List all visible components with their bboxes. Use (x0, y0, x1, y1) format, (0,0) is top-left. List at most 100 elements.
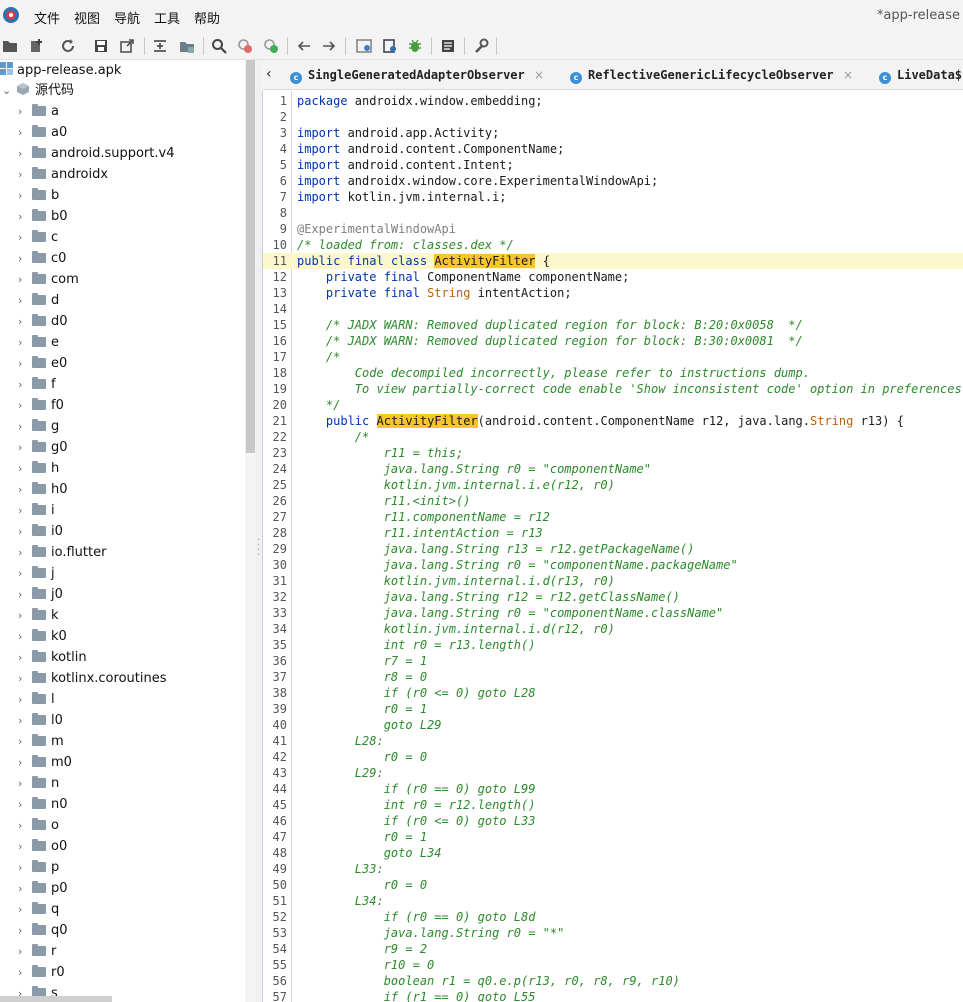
tree-package-k0[interactable]: › k0 (18, 626, 67, 647)
chevron-right-icon[interactable]: › (18, 542, 32, 563)
tree-package-android-support-v4[interactable]: › android.support.v4 (18, 143, 174, 164)
tree-package-m[interactable]: › m (18, 731, 64, 752)
chevron-right-icon[interactable]: › (18, 248, 32, 269)
tree-package-androidx[interactable]: › androidx (18, 164, 108, 185)
toggle-tree-icon[interactable] (178, 37, 195, 54)
menu-file[interactable]: 文件 (34, 8, 60, 27)
tree-package-p0[interactable]: › p0 (18, 878, 68, 899)
tab-single-generated-adapter-observer[interactable]: c SingleGeneratedAdapterObserver (290, 60, 525, 89)
tree-package-a0[interactable]: › a0 (18, 122, 67, 143)
add-files-icon[interactable] (27, 37, 44, 54)
tree-package-l0[interactable]: › l0 (18, 710, 63, 731)
chevron-right-icon[interactable]: › (18, 437, 32, 458)
chevron-right-icon[interactable]: › (18, 710, 32, 731)
code-editor[interactable]: 1 package androidx.window.embedding; 2 3 imp… (262, 91, 963, 1002)
chevron-right-icon[interactable]: › (18, 122, 32, 143)
chevron-right-icon[interactable]: › (18, 395, 32, 416)
chevron-right-icon[interactable]: › (18, 731, 32, 752)
tree-package-m0[interactable]: › m0 (18, 752, 72, 773)
chevron-right-icon[interactable]: › (18, 836, 32, 857)
tab-scroll-left-icon[interactable]: ‹ (266, 66, 272, 82)
export-icon[interactable] (118, 37, 135, 54)
chevron-right-icon[interactable]: › (18, 689, 32, 710)
tree-package-q[interactable]: › q (18, 899, 59, 920)
tree-package-p[interactable]: › p (18, 857, 59, 878)
tree-root-apk[interactable]: app-release.apk (0, 60, 121, 81)
sync-icon[interactable] (151, 37, 168, 54)
tree-package-c[interactable]: › c (18, 227, 58, 248)
chevron-right-icon[interactable]: › (18, 227, 32, 248)
debugger-icon[interactable] (406, 37, 423, 54)
chevron-right-icon[interactable]: › (18, 374, 32, 395)
chevron-right-icon[interactable]: › (18, 815, 32, 836)
tree-package-d[interactable]: › d (18, 290, 59, 311)
tree-package-i[interactable]: › i (18, 500, 55, 521)
find-usage-icon[interactable] (262, 37, 279, 54)
tree-package-j0[interactable]: › j0 (18, 584, 63, 605)
tree-package-n[interactable]: › n (18, 773, 59, 794)
chevron-right-icon[interactable]: › (18, 899, 32, 920)
splitter-grip-icon[interactable]: · · · · (257, 536, 261, 561)
chevron-right-icon[interactable]: › (18, 878, 32, 899)
save-icon[interactable] (92, 37, 109, 54)
chevron-right-icon[interactable]: › (18, 500, 32, 521)
chevron-right-icon[interactable]: › (18, 143, 32, 164)
tree-package-com[interactable]: › com (18, 269, 79, 290)
tree-scrollbar[interactable] (245, 60, 256, 1002)
tab-reflective-generic-lifecycle-observer[interactable]: c ReflectiveGenericLifecycleObserver (570, 60, 834, 89)
chevron-right-icon[interactable]: › (18, 752, 32, 773)
tree-package-f[interactable]: › f (18, 374, 56, 395)
tree-package-b[interactable]: › b (18, 185, 59, 206)
tree-package-g[interactable]: › g (18, 416, 59, 437)
tree-package-e[interactable]: › e (18, 332, 59, 353)
tree-package-a[interactable]: › a (18, 101, 59, 122)
chevron-right-icon[interactable]: › (18, 584, 32, 605)
tree-package-b0[interactable]: › b0 (18, 206, 68, 227)
chevron-right-icon[interactable]: › (18, 941, 32, 962)
tab-close-icon[interactable]: × (843, 60, 853, 89)
menu-help[interactable]: 帮助 (194, 8, 220, 27)
tree-package-e0[interactable]: › e0 (18, 353, 67, 374)
refresh-icon[interactable] (59, 37, 76, 54)
chevron-right-icon[interactable]: › (18, 185, 32, 206)
deobfuscation-icon[interactable] (381, 37, 398, 54)
preferences-icon[interactable] (472, 37, 489, 54)
tree-package-i0[interactable]: › i0 (18, 521, 63, 542)
chevron-right-icon[interactable]: › (18, 164, 32, 185)
tree-package-kotlinx-coroutines[interactable]: › kotlinx.coroutines (18, 668, 166, 689)
tab-live-data[interactable]: c LiveData$L (879, 60, 963, 89)
chevron-right-icon[interactable]: › (18, 269, 32, 290)
tree-package-g0[interactable]: › g0 (18, 437, 68, 458)
tree-package-k[interactable]: › k (18, 605, 59, 626)
tree-package-q0[interactable]: › q0 (18, 920, 68, 941)
tree-package-l[interactable]: › l (18, 689, 55, 710)
tree-source-node[interactable]: ⌄ 源代码 (0, 80, 74, 101)
tree-package-j[interactable]: › j (18, 563, 55, 584)
menu-navigation[interactable]: 导航 (114, 8, 140, 27)
chevron-right-icon[interactable]: › (18, 626, 32, 647)
tree-horizontal-scrollbar-thumb[interactable] (0, 996, 112, 1002)
forward-icon[interactable] (320, 37, 337, 54)
chevron-right-icon[interactable]: › (18, 101, 32, 122)
tree-package-h[interactable]: › h (18, 458, 59, 479)
chevron-right-icon[interactable]: › (18, 794, 32, 815)
chevron-right-icon[interactable]: › (18, 479, 32, 500)
chevron-right-icon[interactable]: › (18, 647, 32, 668)
chevron-right-icon[interactable]: › (18, 521, 32, 542)
tree-package-d0[interactable]: › d0 (18, 311, 68, 332)
tree-package-o[interactable]: › o (18, 815, 59, 836)
tree-package-c0[interactable]: › c0 (18, 248, 66, 269)
tree-package-n0[interactable]: › n0 (18, 794, 68, 815)
tree-package-r[interactable]: › r (18, 941, 56, 962)
tree-package-io-flutter[interactable]: › io.flutter (18, 542, 106, 563)
back-icon[interactable] (295, 37, 312, 54)
find-class-icon[interactable] (236, 37, 253, 54)
chevron-right-icon[interactable]: › (18, 962, 32, 983)
tree-package-r0[interactable]: › r0 (18, 962, 65, 983)
tree-package-o0[interactable]: › o0 (18, 836, 67, 857)
chevron-right-icon[interactable]: › (18, 605, 32, 626)
menu-tools[interactable]: 工具 (154, 8, 180, 27)
menu-view[interactable]: 视图 (74, 8, 100, 27)
chevron-right-icon[interactable]: › (18, 353, 32, 374)
tree-scrollbar-thumb[interactable] (246, 60, 255, 453)
